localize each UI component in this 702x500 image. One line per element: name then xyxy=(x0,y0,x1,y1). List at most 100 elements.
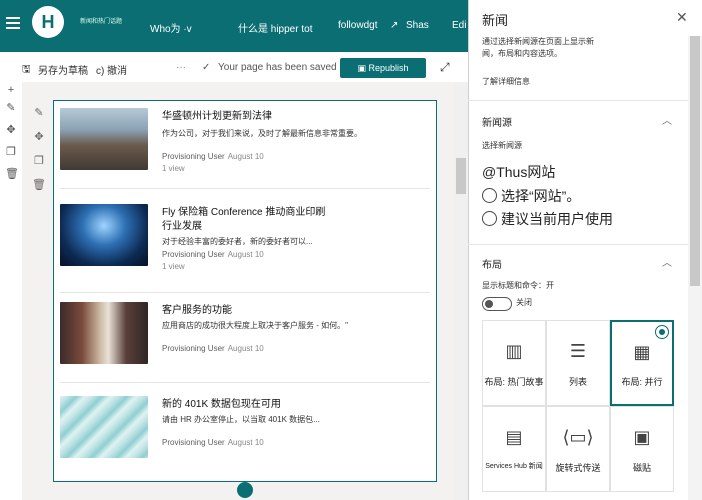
news-description: 请由 HR 办公室停止，以当取 401K 数据包... xyxy=(162,415,320,424)
news-item[interactable]: 华盛顿州计划更新到法律 作为公司，对于我们来说，及时了解最新信息非常重要。 Pr… xyxy=(60,102,430,189)
share-icon[interactable]: ↗ xyxy=(390,20,398,31)
news-item[interactable]: 新的 401K 数据包现在可用 请由 HR 办公室停止，以当取 401K 数据包… xyxy=(60,390,430,476)
news-description: 作为公司，对于我们来说，及时了解最新信息非常重要。 xyxy=(162,129,362,138)
republish-button[interactable]: ▣ Republish xyxy=(340,58,426,78)
nav-item-share[interactable]: Shas xyxy=(406,20,429,31)
more-options-icon[interactable]: ··· xyxy=(176,62,186,73)
republish-label: Republish xyxy=(368,63,409,73)
current-site-option[interactable]: @Thus网站 xyxy=(482,162,555,182)
pane-intro: 通过选择新闻源在页面上显示新闻，布局和内容选项。 xyxy=(482,37,594,58)
layout-carousel[interactable]: ⟨▭⟩ 旋转式传送 xyxy=(546,406,610,492)
news-title[interactable]: 客户服务的功能 xyxy=(162,304,402,318)
add-section-button[interactable] xyxy=(237,482,253,498)
layout-tiles[interactable]: ▣ 磁贴 xyxy=(610,406,674,492)
delete-webpart-icon[interactable]: 🗑 xyxy=(32,178,46,192)
nav-item-what[interactable]: 什么是 hipper tot xyxy=(238,20,312,35)
carousel-icon: ⟨▭⟩ xyxy=(562,427,594,447)
save-status: Your page has been saved xyxy=(218,62,337,73)
nav-item-edit[interactable]: Edit xyxy=(452,20,466,31)
layout-hub-news[interactable]: ▤ Services Hub 新闻 xyxy=(482,406,546,492)
news-thumbnail xyxy=(60,204,148,266)
layout-label: 布局: 并行 xyxy=(621,377,663,387)
site-name[interactable]: 新闻和热门话题 xyxy=(80,16,140,25)
news-views: 1 view xyxy=(162,164,185,173)
selected-radio-icon xyxy=(655,325,669,339)
news-date: August 10 xyxy=(227,250,264,259)
save-icon[interactable]: 🖫 xyxy=(22,62,31,79)
layout-label: 旋转式传送 xyxy=(555,463,601,473)
show-title-toggle[interactable] xyxy=(482,297,512,311)
layout-label: 磁贴 xyxy=(632,463,651,473)
check-icon: ✓ xyxy=(202,62,211,73)
delete-icon[interactable]: 🗑 xyxy=(5,168,19,180)
radio-recommend[interactable]: 建议当前用户使用 xyxy=(482,209,613,229)
close-icon[interactable]: ✕ xyxy=(676,9,688,26)
chevron-up-icon[interactable]: ︿ xyxy=(662,112,672,127)
radio-icon xyxy=(482,211,497,226)
duplicate-webpart-icon[interactable]: ❐ xyxy=(32,154,46,168)
news-meta: Provisioning User August 10 xyxy=(162,250,264,259)
save-draft-button[interactable]: 另存为草稿 xyxy=(38,62,88,77)
pane-title: 新闻 xyxy=(482,13,509,28)
nav-item-follow[interactable]: followdgt xyxy=(338,20,377,31)
news-author: Provisioning User xyxy=(162,344,225,353)
duplicate-icon[interactable]: ❐ xyxy=(5,146,17,158)
news-author: Provisioning User xyxy=(162,152,225,161)
chevron-up-icon[interactable]: ︿ xyxy=(662,254,672,269)
republish-icon: ▣ xyxy=(357,63,369,73)
layout-heading[interactable]: 布局 xyxy=(482,256,502,271)
layout-label: 布局: 热门故事 xyxy=(484,377,544,387)
show-title-label: 显示标题和命令：开 xyxy=(482,281,554,290)
pane-scrollbar-thumb[interactable] xyxy=(690,36,700,286)
news-author: Provisioning User xyxy=(162,250,225,259)
tiles-icon: ▤ xyxy=(505,427,523,447)
news-thumbnail xyxy=(60,108,148,170)
news-description: 应用商店的成功很大程度上取决于客户服务 - 如何。" xyxy=(162,321,348,330)
layout-label: Services Hub 新闻 xyxy=(485,463,543,470)
news-date: August 10 xyxy=(227,152,264,161)
move-webpart-icon[interactable]: ✥ xyxy=(32,130,46,144)
hamburger-menu-icon[interactable] xyxy=(6,14,20,32)
news-title[interactable]: 新的 401K 数据包现在可用 xyxy=(162,398,402,412)
move-icon[interactable]: ✥ xyxy=(5,124,17,136)
news-date: August 10 xyxy=(227,438,264,447)
news-thumbnail xyxy=(60,302,148,364)
canvas-scrollbar-thumb[interactable] xyxy=(456,158,466,194)
undo-button[interactable]: c) 撤消 xyxy=(96,62,127,77)
layout-side-by-side[interactable]: ▦ 布局: 并行 xyxy=(610,320,674,406)
toggle-state-label: 关闭 xyxy=(516,298,532,307)
news-thumbnail xyxy=(60,396,148,458)
edit-webpart-icon[interactable]: ✎ xyxy=(32,106,46,120)
layout-top-story[interactable]: ▥ 布局: 热门故事 xyxy=(482,320,546,406)
list-icon: ☰ xyxy=(569,341,587,361)
edit-icon[interactable]: ✎ xyxy=(5,102,17,114)
layout-label: 列表 xyxy=(568,377,587,387)
divider xyxy=(468,100,688,101)
expand-icon[interactable]: ⤢ xyxy=(440,60,450,75)
news-meta: Provisioning User August 10 xyxy=(162,344,264,353)
news-item[interactable]: 客户服务的功能 应用商店的成功很大程度上取决于客户服务 - 如何。" Provi… xyxy=(60,296,430,383)
news-title[interactable]: Fly 保险箱 Conference 推动商业印刷行业发展 xyxy=(162,206,332,234)
select-source-label: 选择新闻源 xyxy=(482,141,522,150)
news-title[interactable]: 华盛顿州计划更新到法律 xyxy=(162,110,402,124)
nav-item-who[interactable]: Who为 ·v xyxy=(150,20,192,35)
news-author: Provisioning User xyxy=(162,438,225,447)
divider xyxy=(468,244,688,245)
layout-top-story-icon: ▥ xyxy=(505,341,523,361)
layout-list[interactable]: ☰ 列表 xyxy=(546,320,610,406)
news-description: 对于经验丰富的委好者，新的委好者可以... xyxy=(162,237,313,246)
news-date: August 10 xyxy=(227,344,264,353)
grid-icon: ▦ xyxy=(633,342,651,362)
canvas-scrollbar[interactable] xyxy=(454,82,468,500)
radio-icon xyxy=(482,188,497,203)
news-item[interactable]: Fly 保险箱 Conference 推动商业印刷行业发展 对于经验丰富的委好者… xyxy=(60,198,430,293)
radio-label: 选择“网站”。 xyxy=(501,188,581,204)
radio-select-sites[interactable]: 选择“网站”。 xyxy=(482,186,580,206)
news-meta: Provisioning User August 10 xyxy=(162,438,264,447)
site-logo[interactable]: H xyxy=(32,6,64,38)
tile-grid-icon: ▣ xyxy=(633,427,651,447)
learn-more-link[interactable]: 了解详细信息 xyxy=(482,76,530,88)
news-meta: Provisioning User August 10 xyxy=(162,152,264,161)
news-source-heading[interactable]: 新闻源 xyxy=(482,114,512,129)
add-icon[interactable]: + xyxy=(5,84,17,96)
